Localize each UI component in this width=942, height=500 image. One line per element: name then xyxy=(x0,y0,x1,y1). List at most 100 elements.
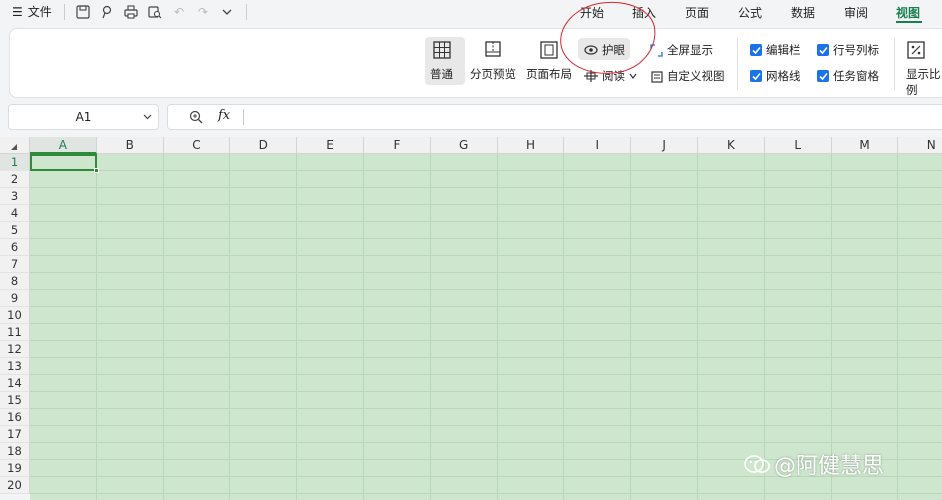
save-icon[interactable] xyxy=(74,3,92,21)
eye-icon xyxy=(584,45,598,55)
page-layout-icon xyxy=(540,41,558,59)
chevron-down-icon[interactable] xyxy=(218,3,236,21)
format-painter-icon[interactable] xyxy=(98,3,116,21)
gridlines-label: 网格线 xyxy=(766,69,801,83)
checkbox-checked-icon xyxy=(817,44,829,56)
grid-line xyxy=(30,357,942,358)
checkbox-checked-icon xyxy=(750,44,762,56)
row-header[interactable]: 7 xyxy=(0,256,30,273)
task-pane-checkbox[interactable]: 任务窗格 xyxy=(817,68,879,84)
column-header[interactable]: F xyxy=(364,137,431,154)
custom-view-button[interactable]: 自定义视图 xyxy=(650,68,725,84)
file-menu-button[interactable]: ☰ 文件 xyxy=(12,3,52,20)
row-header[interactable]: 13 xyxy=(0,358,30,375)
row-header[interactable]: 19 xyxy=(0,460,30,477)
column-header[interactable]: E xyxy=(297,137,364,154)
tab-insert[interactable]: 插入 xyxy=(632,4,656,21)
row-header[interactable]: 15 xyxy=(0,392,30,409)
row-header[interactable]: 6 xyxy=(0,239,30,256)
reading-icon xyxy=(584,70,598,82)
grid-line xyxy=(30,289,942,290)
function-button[interactable]: fx xyxy=(218,108,230,123)
row-header[interactable]: 14 xyxy=(0,375,30,392)
undo-icon[interactable]: ↶ xyxy=(170,3,188,21)
gridlines-checkbox[interactable]: 网格线 xyxy=(750,68,801,84)
column-header[interactable]: B xyxy=(96,137,164,154)
formula-divider xyxy=(243,109,244,125)
normal-view-button[interactable]: 普通 xyxy=(430,40,453,82)
tab-view[interactable]: 视图 xyxy=(896,4,920,21)
toolbar-divider xyxy=(246,4,247,20)
grid-line xyxy=(30,408,942,409)
zoom-button[interactable]: 显示比例 xyxy=(906,40,942,98)
print-icon[interactable] xyxy=(122,3,140,21)
grid-icon xyxy=(432,41,451,59)
edit-bar-checkbox[interactable]: 编辑栏 xyxy=(750,42,801,58)
tab-formula[interactable]: 公式 xyxy=(738,4,762,21)
name-box-value: A1 xyxy=(75,110,92,124)
title-bar: ☰ 文件 ↶ ↷ 开始 插入 页面 公式 数据 审阅 视图 xyxy=(0,0,942,24)
grid-line xyxy=(30,221,942,222)
reading-mode-button[interactable]: 阅读 xyxy=(584,68,637,84)
row-header[interactable]: 9 xyxy=(0,290,30,307)
fullscreen-button[interactable]: 全屏显示 xyxy=(650,42,713,58)
tab-page[interactable]: 页面 xyxy=(685,4,709,21)
grid-line xyxy=(30,340,942,341)
grid-line xyxy=(496,154,498,500)
toolbar-divider xyxy=(64,4,65,20)
column-header[interactable]: A xyxy=(30,137,97,154)
row-header[interactable]: 3 xyxy=(0,188,30,205)
row-header[interactable]: 8 xyxy=(0,273,30,290)
grid-line xyxy=(30,255,942,256)
redo-icon[interactable]: ↷ xyxy=(194,3,212,21)
eye-protect-button[interactable]: 护眼 xyxy=(584,42,625,58)
row-header[interactable]: 20 xyxy=(0,477,30,494)
row-col-headers-label: 行号列标 xyxy=(833,43,879,57)
page-break-icon xyxy=(485,41,501,57)
page-break-preview-button[interactable]: 分页预览 xyxy=(470,40,516,82)
watermark-logo-icon xyxy=(744,455,770,473)
grid-line xyxy=(30,323,942,324)
column-header[interactable]: N xyxy=(898,137,942,154)
row-header[interactable]: 16 xyxy=(0,409,30,426)
column-header[interactable]: H xyxy=(497,137,565,154)
page-layout-label: 页面布局 xyxy=(526,67,572,81)
row-col-headers-checkbox[interactable]: 行号列标 xyxy=(817,42,879,58)
fill-handle[interactable] xyxy=(94,168,99,173)
spreadsheet-grid: ABCDEFGHIJKLMN 1 2 3 4 5 6 7 8 9 10 11 12 13 14 15 16 17… xyxy=(0,137,942,500)
grid-line xyxy=(363,154,364,500)
zoom-in-icon[interactable] xyxy=(189,110,203,127)
page-layout-button[interactable]: 页面布局 xyxy=(526,40,572,82)
tab-review[interactable]: 审阅 xyxy=(844,4,868,21)
ribbon-divider xyxy=(894,38,895,90)
grid-line xyxy=(95,154,97,500)
row-header[interactable]: 2 xyxy=(0,171,30,188)
column-header[interactable]: L xyxy=(764,137,832,154)
row-header[interactable]: 17 xyxy=(0,426,30,443)
column-header[interactable]: C xyxy=(163,137,231,154)
column-header[interactable]: D xyxy=(230,137,298,154)
chevron-down-icon[interactable] xyxy=(143,112,152,124)
page-break-preview-label: 分页预览 xyxy=(470,67,516,81)
grid-line xyxy=(30,238,942,239)
grid-line xyxy=(563,154,565,500)
column-header[interactable]: J xyxy=(631,137,698,154)
row-header[interactable]: 10 xyxy=(0,307,30,324)
column-header[interactable]: K xyxy=(698,137,765,154)
row-header[interactable]: 1 xyxy=(0,154,30,171)
column-header[interactable]: M xyxy=(831,137,899,154)
eye-protect-label: 护眼 xyxy=(602,43,625,57)
column-header[interactable]: I xyxy=(564,137,632,154)
print-preview-icon[interactable] xyxy=(146,3,164,21)
file-menu-label: 文件 xyxy=(27,5,52,19)
tab-data[interactable]: 数据 xyxy=(791,4,815,21)
row-header[interactable]: 18 xyxy=(0,443,30,460)
row-header[interactable]: 11 xyxy=(0,324,30,341)
tab-home[interactable]: 开始 xyxy=(580,4,604,21)
select-all-corner[interactable] xyxy=(0,137,30,154)
row-header[interactable]: 5 xyxy=(0,222,30,239)
column-header[interactable]: G xyxy=(430,137,498,154)
name-box[interactable]: A1 xyxy=(8,104,159,130)
row-header[interactable]: 12 xyxy=(0,341,30,358)
row-header[interactable]: 4 xyxy=(0,205,30,222)
